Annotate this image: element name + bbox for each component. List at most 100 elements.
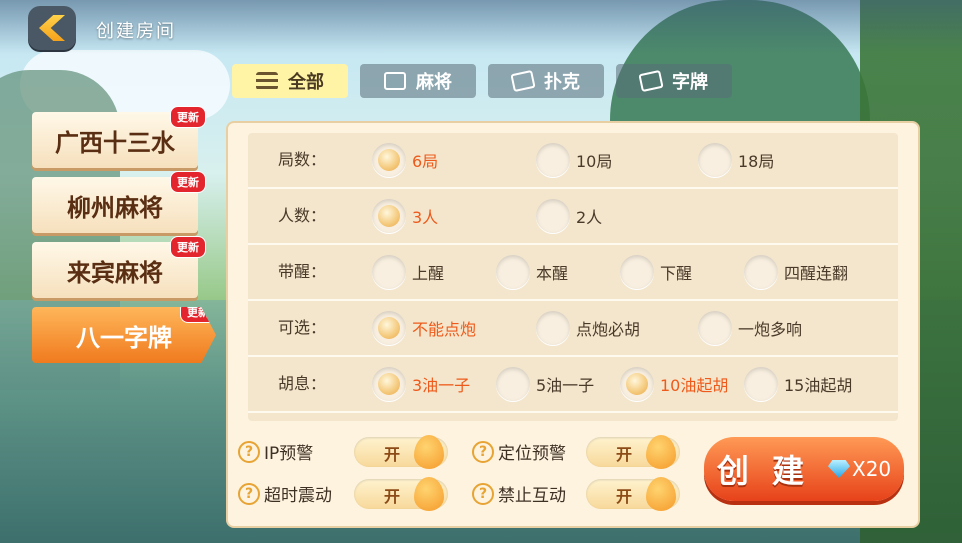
back-button[interactable]: [28, 6, 76, 50]
option-radio[interactable]: 5油一子: [496, 357, 594, 411]
no-interaction-switch[interactable]: 开: [586, 477, 680, 511]
option-label: 下醒: [660, 264, 693, 283]
game-item-guangxi-13[interactable]: 广西十三水 更新: [32, 106, 206, 168]
game-label: 来宾麻将: [67, 258, 163, 287]
options-list: 局数： 6局 10局 18局 人数： 3人 2人 带醒： 上醒 本醒 下醒 四醒…: [248, 133, 898, 421]
radio-icon: [698, 311, 732, 345]
option-label: 一炮多响: [738, 320, 803, 339]
ip-warning-switch[interactable]: 开: [354, 435, 448, 469]
toggle-label: 定位预警: [498, 444, 566, 464]
radio-icon: [536, 143, 570, 177]
rules-panel: 局数： 6局 10局 18局 人数： 3人 2人 带醒： 上醒 本醒 下醒 四醒…: [228, 123, 918, 526]
radio-icon: [496, 255, 530, 289]
location-warning-switch[interactable]: 开: [586, 435, 680, 469]
option-radio[interactable]: 不能点炮: [372, 301, 476, 355]
radio-icon: [744, 367, 778, 401]
poker-icon: [510, 69, 536, 93]
toggle-no-interaction: ? 禁止互动: [472, 481, 566, 506]
cost-value: X20: [852, 457, 892, 481]
switch-state: 开: [616, 445, 633, 464]
create-label: 创 建: [716, 452, 810, 490]
tab-poker[interactable]: 扑克: [488, 64, 604, 98]
option-radio[interactable]: 10油起胡: [620, 357, 728, 411]
radio-icon: [744, 255, 778, 289]
option-row-optional: 可选： 不能点炮 点炮必胡 一炮多响: [248, 301, 898, 357]
option-radio[interactable]: 本醒: [496, 245, 568, 299]
option-row-xing: 带醒： 上醒 本醒 下醒 四醒连翻: [248, 245, 898, 301]
option-label: 15油起胡: [784, 376, 853, 395]
update-badge: 更新: [170, 106, 206, 128]
option-radio[interactable]: 点炮必胡: [536, 301, 640, 355]
tab-label: 字牌: [672, 72, 708, 93]
switch-knob-icon: [414, 477, 444, 511]
update-badge: 更新: [170, 236, 206, 258]
toggle-ip-warning: ? IP预警: [238, 439, 313, 464]
radio-icon: [620, 255, 654, 289]
option-label: 5油一子: [536, 376, 595, 395]
help-icon[interactable]: ?: [472, 482, 494, 505]
create-cost: X20: [828, 457, 891, 481]
option-label: 四醒连翻: [784, 264, 849, 283]
option-radio[interactable]: 3油一子: [372, 357, 470, 411]
toggle-label: 超时震动: [264, 486, 332, 506]
radio-icon: [496, 367, 530, 401]
game-label: 柳州麻将: [67, 193, 163, 222]
game-item-bayi-zipai[interactable]: 八一字牌 更新: [32, 307, 216, 363]
option-radio[interactable]: 2人: [536, 189, 602, 243]
game-item-laibin-mahjong[interactable]: 来宾麻将 更新: [32, 236, 206, 298]
option-label: 18局: [738, 152, 775, 171]
diamond-icon: [828, 460, 850, 478]
option-radio[interactable]: 6局: [372, 133, 438, 187]
update-badge: 更新: [180, 307, 216, 323]
help-icon[interactable]: ?: [238, 440, 260, 463]
row-label: 带醒：: [278, 262, 327, 281]
switch-knob-icon: [646, 477, 676, 511]
tab-zipai[interactable]: 字牌: [616, 64, 732, 98]
switch-knob-icon: [646, 435, 676, 469]
create-room-button[interactable]: 创 建 X20: [704, 437, 904, 501]
radio-icon: [372, 255, 406, 289]
back-arrow-icon: [39, 15, 65, 41]
zipai-icon: [638, 69, 664, 93]
option-radio[interactable]: 上醒: [372, 245, 444, 299]
option-label: 上醒: [412, 264, 445, 283]
option-radio[interactable]: 15油起胡: [744, 357, 852, 411]
radio-icon: [620, 367, 654, 401]
switch-knob-icon: [414, 435, 444, 469]
option-radio[interactable]: 10局: [536, 133, 612, 187]
option-radio[interactable]: 3人: [372, 189, 438, 243]
tab-all[interactable]: 全部: [232, 64, 348, 98]
radio-icon: [698, 143, 732, 177]
help-icon[interactable]: ?: [472, 440, 494, 463]
option-radio[interactable]: 下醒: [620, 245, 692, 299]
toggle-label: 禁止互动: [498, 486, 566, 506]
toggle-label: IP预警: [264, 444, 314, 464]
option-row-huxi: 胡息： 3油一子 5油一子 10油起胡 15油起胡: [248, 357, 898, 413]
help-icon[interactable]: ?: [238, 482, 260, 505]
top-bar: 创建房间: [0, 0, 962, 54]
option-label: 10油起胡: [660, 376, 729, 395]
option-label: 3油一子: [412, 376, 471, 395]
option-row-rounds: 局数： 6局 10局 18局: [248, 133, 898, 189]
radio-icon: [536, 199, 570, 233]
game-item-liuzhou-mahjong[interactable]: 柳州麻将 更新: [32, 171, 206, 233]
page-title: 创建房间: [96, 21, 176, 42]
toggle-settings: ? IP预警 开 ? 定位预警 开 ? 超时震动 开 ? 禁止互动 开: [238, 435, 708, 515]
option-label: 3人: [412, 208, 439, 227]
option-radio[interactable]: 18局: [698, 133, 774, 187]
switch-state: 开: [384, 487, 401, 506]
option-radio[interactable]: 一炮多响: [698, 301, 802, 355]
list-icon: [256, 72, 278, 90]
radio-icon: [372, 311, 406, 345]
switch-state: 开: [616, 487, 633, 506]
option-radio[interactable]: 四醒连翻: [744, 245, 848, 299]
tab-label: 麻将: [416, 72, 452, 93]
option-row-players: 人数： 3人 2人: [248, 189, 898, 245]
tab-label: 扑克: [544, 72, 580, 93]
tab-mahjong[interactable]: 麻将: [360, 64, 476, 98]
tab-label: 全部: [288, 72, 324, 93]
option-label: 2人: [576, 208, 603, 227]
option-label: 本醒: [536, 264, 569, 283]
radio-icon: [372, 199, 406, 233]
timeout-vibrate-switch[interactable]: 开: [354, 477, 448, 511]
